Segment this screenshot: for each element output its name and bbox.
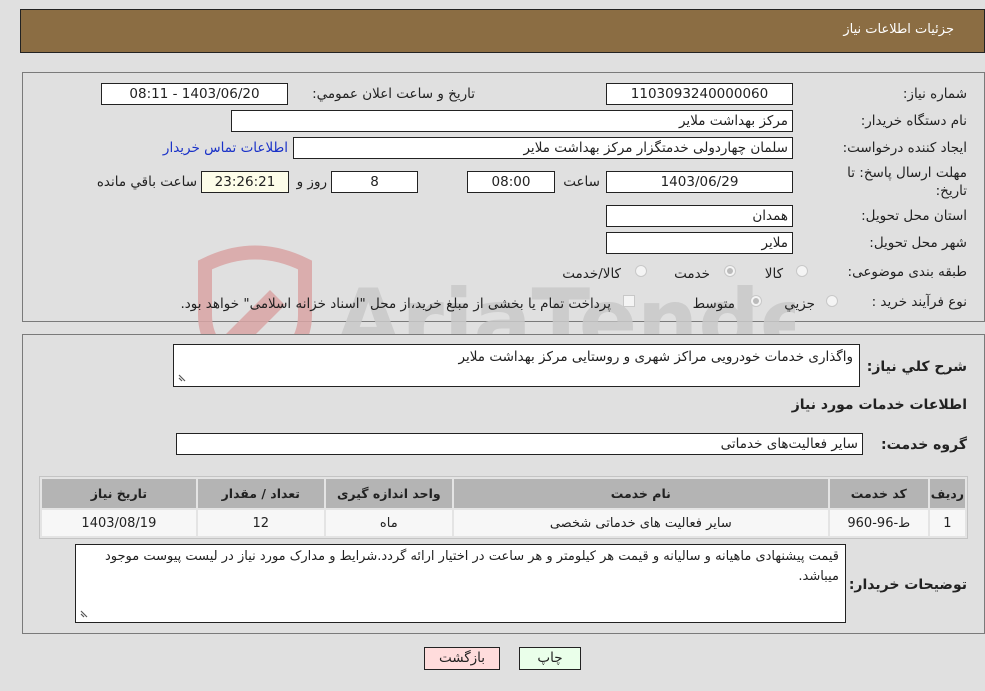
remaining-days-label: روز و	[296, 174, 327, 190]
purchase-type-partial-label: جزيي	[784, 296, 815, 312]
cell-unit: ماه	[325, 510, 452, 536]
city-label: شهر محل تحويل:	[869, 235, 967, 251]
purchase-type-label: نوع فرآيند خريد :	[871, 294, 967, 310]
category-service-radio[interactable]	[724, 265, 736, 277]
remaining-time-field: 23:26:21	[201, 171, 289, 193]
buyer-contact-link[interactable]: اطلاعات تماس خريدار	[163, 140, 288, 156]
col-header-unit: واحد اندازه گيری	[325, 479, 452, 508]
service-group-field: ساير فعاليت‌های خدماتی	[176, 433, 863, 455]
table-header-row: رديف کد خدمت نام خدمت واحد اندازه گيری ت…	[42, 479, 965, 508]
col-header-row-number: رديف	[929, 479, 965, 508]
col-header-service-code: کد خدمت	[829, 479, 928, 508]
print-button[interactable]: چاپ	[519, 647, 581, 670]
buyer-org-field: مرکز بهداشت ملاير	[231, 110, 793, 132]
category-goods-label: کالا	[764, 266, 783, 282]
purchase-type-medium-label: متوسط	[692, 296, 735, 312]
description-textarea[interactable]: واگذاری خدمات خودرویی مراکز شهری و روستا…	[173, 344, 860, 387]
city-field: ملاير	[606, 232, 793, 254]
buyer-notes-text: قيمت پيشنهادی ماهيانه و ساليانه و قيمت ه…	[104, 549, 839, 584]
back-button[interactable]: بازگشت	[424, 647, 500, 670]
buyer-org-label: نام دستگاه خريدار:	[860, 113, 967, 129]
buyer-notes-label: توضيحات خريدار:	[848, 577, 967, 593]
need-number-label: شماره نياز:	[902, 86, 967, 102]
purchase-type-partial-radio[interactable]	[826, 295, 838, 307]
page-title: جزئيات اطلاعات نياز	[843, 22, 954, 37]
description-label: شرح کلي نياز:	[866, 359, 967, 375]
table-row: 1 ط-96-960 ساير فعاليت های خدماتی شخصی م…	[42, 510, 965, 536]
purchase-type-medium-radio[interactable]	[750, 295, 762, 307]
services-section-title: اطلاعات خدمات مورد نياز	[791, 397, 967, 413]
category-goods-service-radio[interactable]	[635, 265, 647, 277]
description-text: واگذاری خدمات خودرویی مراکز شهری و روستا…	[458, 349, 853, 365]
deadline-label-date: تاريخ:	[935, 183, 967, 199]
requester-label: ايجاد کننده درخواست:	[842, 140, 967, 156]
cell-row-number: 1	[929, 510, 965, 536]
cell-quantity: 12	[197, 510, 324, 536]
treasury-bonds-label: پرداخت تمام يا بخشی از مبلغ خريد،از محل …	[180, 296, 611, 312]
category-goods-service-label: کالا/خدمت	[562, 266, 621, 282]
remaining-time-label: ساعت باقي مانده	[96, 174, 197, 190]
treasury-bonds-checkbox[interactable]	[623, 295, 635, 307]
page-header: جزئيات اطلاعات نياز	[20, 9, 985, 53]
category-label: طبقه بندی موضوعی:	[847, 264, 967, 280]
col-header-need-date: تاريخ نياز	[42, 479, 196, 508]
deadline-date-field: 1403/06/29	[606, 171, 793, 193]
resize-handle-icon[interactable]	[177, 373, 187, 383]
announce-datetime-field: 1403/06/20 - 08:11	[101, 83, 288, 105]
province-field: همدان	[606, 205, 793, 227]
deadline-label: مهلت ارسال پاسخ: تا	[847, 165, 967, 181]
services-table: رديف کد خدمت نام خدمت واحد اندازه گيری ت…	[40, 477, 967, 538]
buyer-notes-textarea[interactable]: قيمت پيشنهادی ماهيانه و ساليانه و قيمت ه…	[75, 544, 846, 623]
resize-handle-icon[interactable]	[79, 609, 89, 619]
province-label: استان محل تحويل:	[861, 208, 967, 224]
deadline-time-field: 08:00	[467, 171, 555, 193]
deadline-time-label: ساعت	[563, 174, 600, 190]
services-table-wrapper: رديف کد خدمت نام خدمت واحد اندازه گيری ت…	[39, 476, 968, 539]
cell-service-name: ساير فعاليت های خدماتی شخصی	[453, 510, 828, 536]
remaining-days-field: 8	[331, 171, 418, 193]
requester-field: سلمان چهاردولی خدمتگزار مرکز بهداشت ملاي…	[293, 137, 793, 159]
announce-datetime-label: تاريخ و ساعت اعلان عمومي:	[312, 86, 475, 102]
cell-need-date: 1403/08/19	[42, 510, 196, 536]
need-number-field: 1103093240000060	[606, 83, 793, 105]
category-goods-radio[interactable]	[796, 265, 808, 277]
category-service-label: خدمت	[674, 266, 710, 282]
service-group-label: گروه خدمت:	[881, 437, 967, 453]
cell-service-code: ط-96-960	[829, 510, 928, 536]
col-header-quantity: تعداد / مقدار	[197, 479, 324, 508]
col-header-service-name: نام خدمت	[453, 479, 828, 508]
